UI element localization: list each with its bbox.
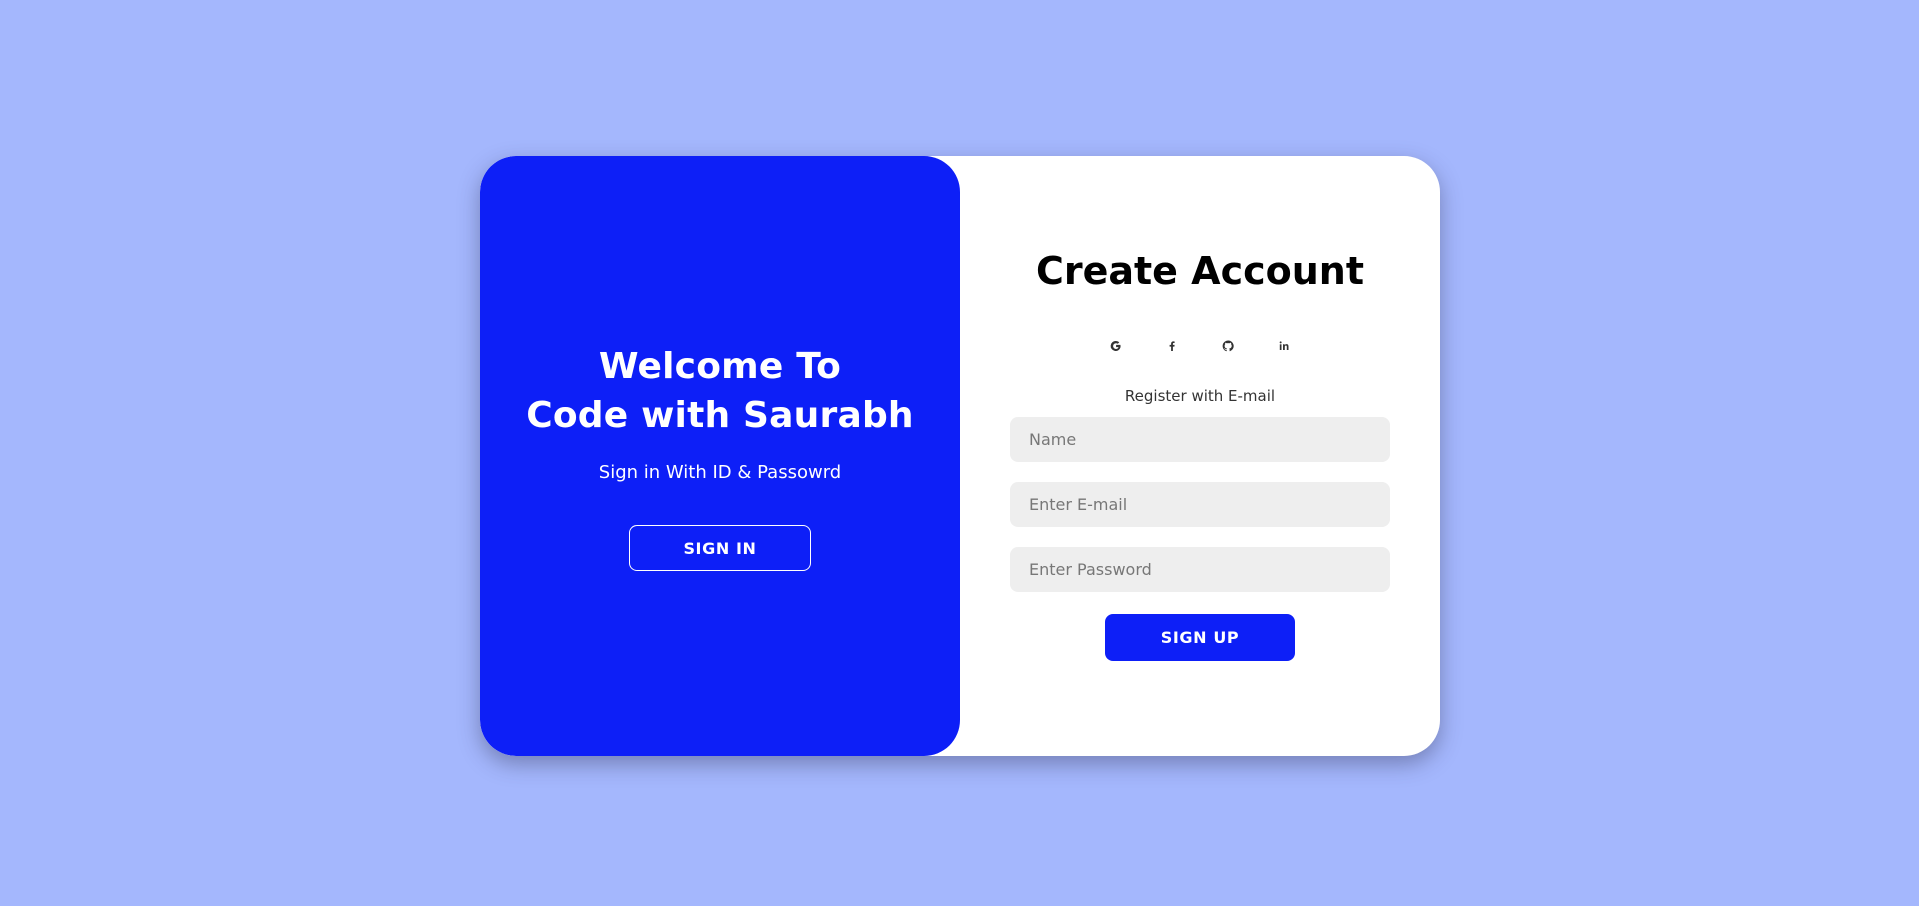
welcome-subtitle: Sign in With ID & Passowrd [598,462,842,483]
social-login-row [960,332,1440,360]
facebook-icon[interactable] [1158,332,1186,360]
welcome-title: Welcome To Code with Saurabh [480,342,960,440]
welcome-title-line1: Welcome To [598,346,842,387]
create-account-title: Create Account [1035,249,1365,293]
google-icon[interactable] [1102,332,1130,360]
linkedin-icon[interactable] [1270,332,1298,360]
sign-up-button[interactable]: SIGN UP [1105,614,1295,661]
name-input[interactable] [1010,417,1390,462]
email-input[interactable] [1010,482,1390,527]
register-with-email-text: Register with E-mail [1124,387,1276,405]
github-icon[interactable] [1214,332,1242,360]
password-input[interactable] [1010,547,1390,592]
sign-in-button[interactable]: SIGN IN [629,525,811,571]
auth-card: Welcome To Code with Saurabh Sign in Wit… [480,156,1440,756]
welcome-title-line2: Code with Saurabh [526,395,914,436]
create-account-panel: Create Account Register with E-mail Name… [960,156,1440,756]
welcome-panel: Welcome To Code with Saurabh Sign in Wit… [480,156,960,756]
